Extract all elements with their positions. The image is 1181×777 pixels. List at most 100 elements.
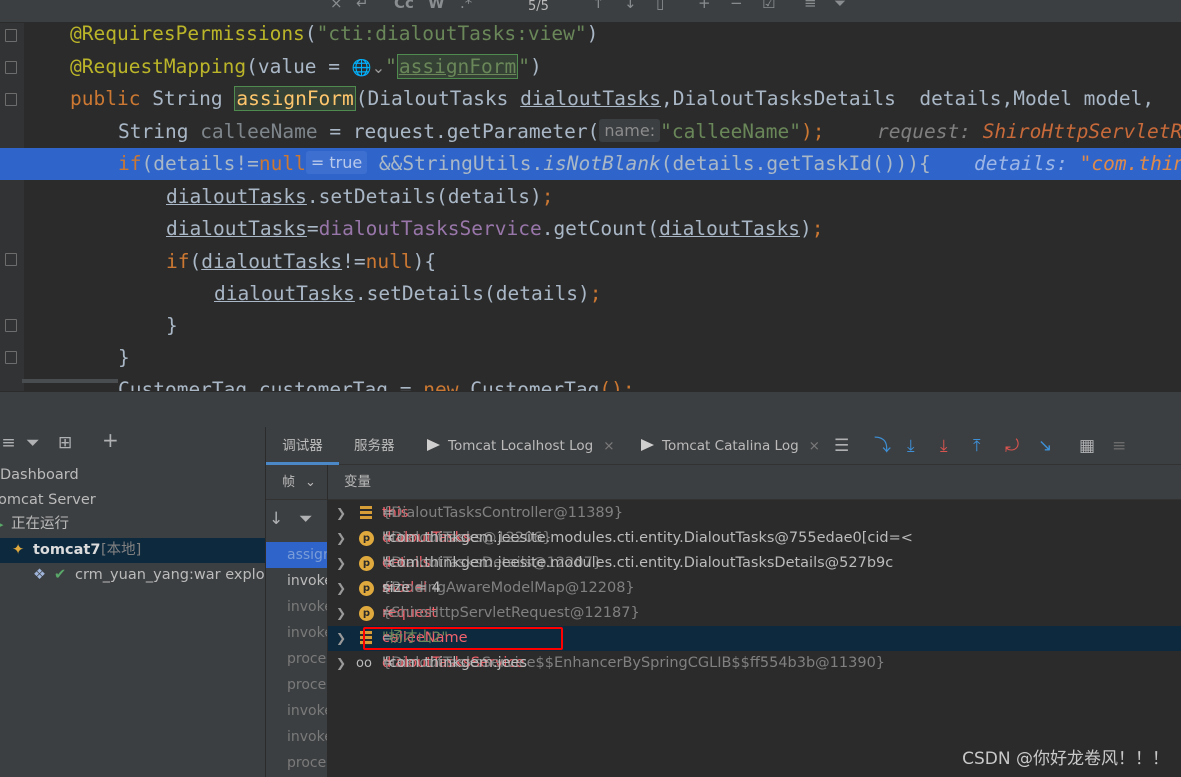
code-line: if(dialoutTasks!=null){	[166, 250, 437, 273]
match-word-toggle[interactable]: W	[428, 0, 445, 12]
tree-item-running[interactable]: ▸ 正在运行	[0, 512, 265, 537]
variable-row[interactable]: ❯ this = {DialoutTasksController@11389}	[328, 501, 1181, 526]
select-all-occurrences-icon[interactable]: ▯	[656, 0, 664, 12]
debugger-tabs: 调试器 服务器 Tomcat Localhost Log × Tomcat Cat…	[266, 427, 1181, 465]
watch-glasses-icon: oo	[356, 656, 372, 671]
deployed-check-icon: ✔	[54, 567, 67, 583]
previous-match-icon[interactable]: ↑	[592, 0, 605, 12]
code-line: @RequiresPermissions("cti:dialoutTasks:v…	[70, 23, 599, 45]
chevron-right-icon[interactable]: ❯	[336, 626, 346, 651]
variable-row[interactable]: ❯ oo dialoutTasksService = {DialoutTasks…	[328, 651, 1181, 676]
enter-icon[interactable]: ↵	[356, 0, 369, 12]
evaluate-expression-icon[interactable]: ▦	[1079, 436, 1095, 456]
code-line: dialoutTasks.setDetails(details);	[166, 185, 554, 208]
frame-item[interactable]: process	[266, 672, 327, 698]
variable-row[interactable]: ❯ p details = {DialoutTasksDetails@12207…	[328, 551, 1181, 576]
tab-debugger[interactable]: 调试器	[266, 427, 339, 465]
code-line: }	[118, 346, 130, 369]
globe-icon[interactable]: 🌐⌄	[352, 58, 385, 77]
regex-icon[interactable]: .*	[460, 0, 472, 12]
local-variable-icon	[360, 506, 372, 520]
filter-lines-icon[interactable]: ≡	[804, 0, 817, 12]
code-line: public String assignForm (DialoutTasks di…	[70, 86, 1166, 111]
frame-item[interactable]: assignForm	[266, 542, 327, 568]
variables-header: 变量	[328, 465, 1181, 500]
next-match-icon[interactable]: ↓	[624, 0, 637, 12]
panel-splitter[interactable]	[0, 391, 1181, 427]
variable-row-selected[interactable]: ❯ calleeName = "杨才山2"	[328, 626, 1181, 651]
chevron-right-icon[interactable]: ❯	[336, 576, 346, 601]
drop-frame-icon[interactable]: ⤾	[1005, 436, 1019, 456]
remove-occurrence-icon[interactable]: −	[730, 0, 743, 12]
highlight-box	[363, 627, 563, 650]
add-service-icon[interactable]: +	[102, 430, 119, 450]
chevron-right-icon[interactable]: ❯	[336, 601, 346, 626]
running-icon: ▸	[0, 512, 4, 537]
tab-tomcat-catalina-log[interactable]: Tomcat Catalina Log ×	[641, 427, 820, 465]
close-icon[interactable]: ×	[603, 438, 614, 454]
code-editor[interactable]: @RequiresPermissions("cti:dialoutTasks:v…	[0, 23, 1181, 391]
parameter-icon: p	[359, 581, 374, 596]
filter-icon[interactable]: ⏷	[299, 509, 313, 529]
variables-view: 变量 ❯ this = {DialoutTasksController@1138…	[328, 465, 1181, 777]
group-icon[interactable]: ⊞	[58, 433, 72, 453]
tree-item-tomcat-server[interactable]: omcat Server	[0, 488, 265, 513]
expand-all-icon[interactable]: ⁝≡	[0, 433, 16, 453]
parameter-icon: p	[359, 531, 374, 546]
step-into-icon[interactable]: ⤓	[940, 436, 948, 456]
code-line: dialoutTasks=dialoutTasksService.getCoun…	[166, 217, 824, 240]
tree-item-tomcat7[interactable]: ✦ tomcat7 [本地]	[0, 538, 265, 563]
variable-row[interactable]: ❯ p model = {BindingAwareModelMap@12208}…	[328, 576, 1181, 601]
tab-server[interactable]: 服务器	[354, 427, 395, 465]
parameter-icon: p	[359, 606, 374, 621]
frame-item[interactable]: invoke	[266, 620, 327, 646]
code-line: String calleeName = request.getParameter…	[118, 119, 1181, 143]
frame-item[interactable]: process	[266, 646, 327, 672]
tab-tomcat-localhost-log[interactable]: Tomcat Localhost Log ×	[427, 427, 615, 465]
filter-icon[interactable]: ⏷	[26, 433, 40, 453]
tree-item-dashboard[interactable]: Dashboard	[0, 463, 265, 488]
chevron-right-icon[interactable]: ❯	[336, 501, 346, 526]
frame-item[interactable]: invoke	[266, 724, 327, 750]
chevron-right-icon[interactable]: ❯	[336, 551, 346, 576]
frames-list: 帧⌄ ↓ ⏷ assignForm invoke invoke invoke p…	[266, 465, 328, 777]
run-to-cursor-icon[interactable]: ↘	[1038, 436, 1052, 456]
match-case-toggle[interactable]: Cc	[394, 0, 414, 12]
frame-item[interactable]: process	[266, 750, 327, 776]
frames-header[interactable]: 帧 ⌄	[266, 465, 327, 500]
close-search-icon[interactable]: ×	[330, 0, 343, 12]
current-execution-line: if(details!=null = true &&StringUtils.isN…	[0, 148, 1181, 180]
code-line: @RequestMapping(value = 🌐⌄" assignForm ")	[70, 54, 542, 79]
services-toolbar: ⁝≡ ⏷ ⊞ +	[0, 427, 265, 461]
tree-item-artifact[interactable]: ❖ ✔ crm_yuan_yang:war exploded	[0, 563, 265, 588]
chevron-right-icon[interactable]: ❯	[336, 651, 346, 676]
frame-item[interactable]: invoke	[266, 698, 327, 724]
add-occurrence-icon[interactable]: +	[698, 0, 711, 12]
variable-row[interactable]: ❯ p dialoutTasks = {DialoutTasks@12206} …	[328, 526, 1181, 551]
arrow-down-icon[interactable]: ↓	[269, 509, 283, 529]
search-match: assignForm	[396, 54, 519, 79]
variable-row[interactable]: ❯ p request = {ShiroHttpServletRequest@1…	[328, 601, 1181, 626]
step-over-icon[interactable]: ⤓	[907, 436, 915, 456]
inline-value-hint: = true	[305, 151, 368, 174]
show-execution-point-icon[interactable]: ⤵	[874, 436, 891, 456]
filter-icon[interactable]: ⏷	[834, 0, 846, 12]
match-count: 5/5	[528, 0, 549, 14]
services-panel: ⁝≡ ⏷ ⊞ + Dashboard omcat Server ▸ 正在运行 ✦…	[0, 427, 266, 777]
code-line: dialoutTasks.setDetails(details);	[214, 282, 602, 305]
frame-item[interactable]: invoke	[266, 594, 327, 620]
tomcat-icon: ✦	[12, 542, 25, 558]
chevron-right-icon[interactable]: ❯	[336, 526, 346, 551]
code-line: CustomerTag customerTag = new CustomerTa…	[118, 378, 635, 391]
artifact-icon: ❖	[33, 567, 46, 583]
log-icon	[641, 439, 654, 451]
watermark: CSDN @你好龙卷风！！！	[962, 749, 1169, 769]
trace-icon[interactable]: ≡	[1112, 436, 1126, 456]
frame-item[interactable]: invoke	[266, 568, 327, 594]
log-icon	[427, 439, 440, 451]
parameter-icon: p	[359, 556, 374, 571]
close-icon[interactable]: ×	[809, 438, 820, 454]
menu-icon[interactable]: ☰	[834, 436, 849, 456]
check-occurrence-icon[interactable]: ☑	[762, 0, 775, 12]
step-out-icon[interactable]: ⤒	[973, 436, 981, 456]
